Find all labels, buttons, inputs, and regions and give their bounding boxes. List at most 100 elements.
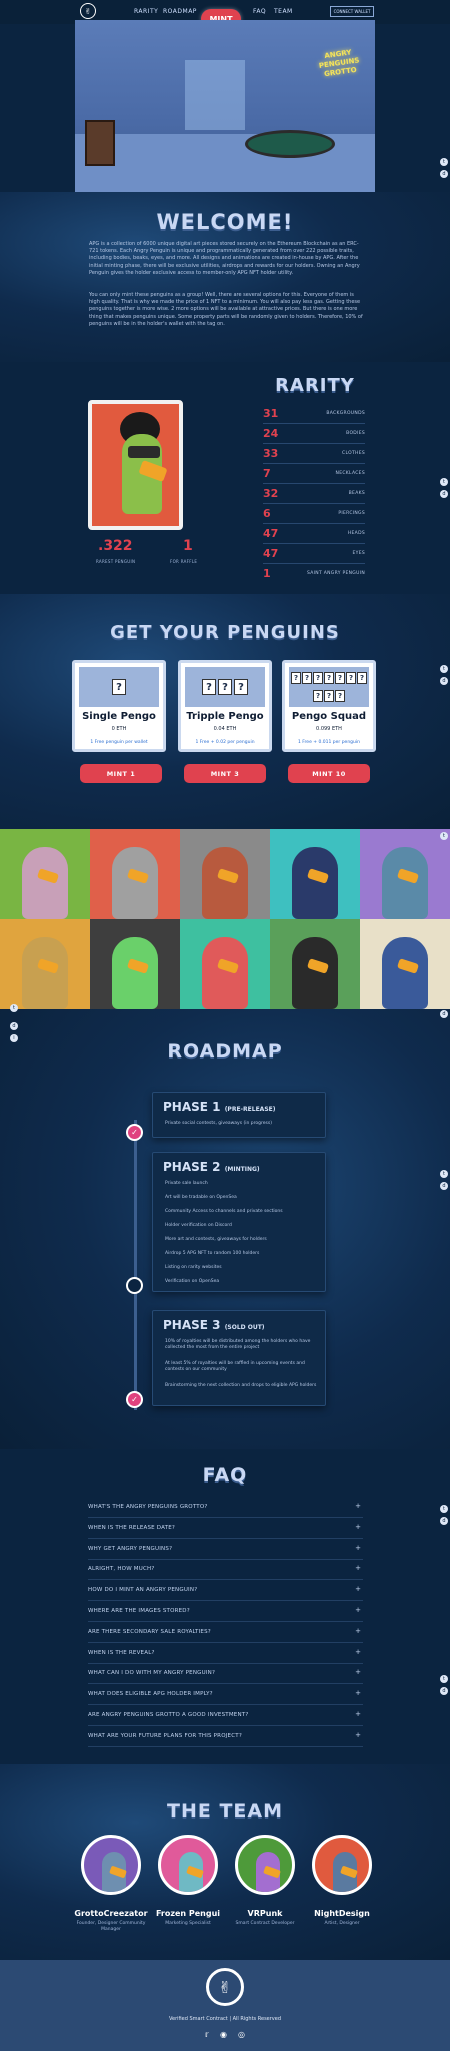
side-discord-icon[interactable]: d — [440, 1010, 448, 1018]
side-discord-icon[interactable]: d — [440, 1517, 448, 1525]
phase-item: Airdrop 5 APG NFT to random 100 holders — [165, 1251, 260, 1256]
phase-2-card: PHASE 2 (MINTING) Private sale launch Ar… — [152, 1152, 326, 1292]
rarity-row: 33 CLOTHES — [263, 444, 365, 464]
rarity-label: EYES — [352, 551, 365, 556]
phase-item: At least 5% of royalties will be raffled… — [165, 1361, 305, 1372]
question-icon: ? — [234, 679, 248, 695]
connect-wallet-button[interactable]: CONNECT WALLET — [330, 6, 374, 17]
side-twitter-icon[interactable]: t — [440, 832, 448, 840]
member-role: Marketing Specialist — [165, 1921, 211, 1926]
rarity-label: BEAKS — [348, 491, 365, 496]
rarity-label: BODIES — [346, 431, 365, 436]
member-role: Artist, Designer — [324, 1921, 360, 1926]
side-twitter-icon[interactable]: t — [440, 1505, 448, 1513]
team-title: THE TEAM — [166, 1800, 283, 1822]
faq-item[interactable]: WHEN IS THE REVEAL? + — [88, 1643, 363, 1664]
side-discord-icon[interactable]: d — [440, 490, 448, 498]
rarity-count: 47 — [263, 547, 279, 560]
side-twitter-icon[interactable]: t — [440, 1675, 448, 1683]
welcome-paragraph-2: You can only mint these penguins as a gr… — [89, 292, 363, 327]
mint-10-button[interactable]: MINT 10 — [288, 764, 370, 783]
rarity-count: 6 — [263, 507, 271, 520]
rarity-row: 24 BODIES — [263, 424, 365, 444]
welcome-paragraph-1: APG is a collection of 6000 unique digit… — [89, 241, 360, 276]
question-icon: ? — [313, 671, 323, 684]
question-icon: ? — [202, 679, 216, 695]
phase-item: Brainstorming the next collection and dr… — [165, 1383, 317, 1388]
penguin-figure — [22, 847, 68, 919]
faq-question: WHAT ARE YOUR FUTURE PLANS FOR THIS PROJ… — [88, 1732, 242, 1739]
plus-icon[interactable]: + — [355, 1606, 361, 1614]
discord-icon[interactable]: ◉ — [220, 2030, 227, 2039]
question-icon: ? — [346, 671, 356, 684]
plus-icon[interactable]: + — [355, 1564, 361, 1572]
plus-icon[interactable]: + — [355, 1689, 361, 1697]
left-twitter-icon[interactable]: t — [10, 1004, 18, 1012]
instagram-icon[interactable]: ◎ — [238, 2030, 245, 2039]
plus-icon[interactable]: + — [355, 1710, 361, 1718]
left-instagram-icon[interactable]: i — [10, 1034, 18, 1042]
penguin-tile — [90, 919, 180, 1009]
nav-roadmap[interactable]: ROADMAP — [163, 8, 197, 15]
side-discord-icon[interactable]: d — [440, 1182, 448, 1190]
faq-item[interactable]: WHAT'S THE ANGRY PENGUINS GROTTO? + — [88, 1497, 363, 1518]
rarity-label: SAINT ANGRY PENGUIN — [307, 571, 365, 576]
side-twitter-icon[interactable]: t — [440, 665, 448, 673]
faq-item[interactable]: WHAT ARE YOUR FUTURE PLANS FOR THIS PROJ… — [88, 1726, 363, 1747]
check-icon: ✓ — [126, 1391, 143, 1408]
logo[interactable]: ✌ — [80, 3, 96, 19]
faq-question: WHERE ARE THE IMAGES STORED? — [88, 1608, 190, 1614]
plus-icon[interactable]: + — [355, 1502, 361, 1510]
faq-item[interactable]: WHAT CAN I DO WITH MY ANGRY PENGUIN? + — [88, 1663, 363, 1685]
left-discord-icon[interactable]: d — [10, 1022, 18, 1030]
faq-item[interactable]: HOW DO I MINT AN ANGRY PENGUIN? + — [88, 1580, 363, 1602]
plus-icon[interactable]: + — [355, 1523, 361, 1531]
mint-1-button[interactable]: MINT 1 — [80, 764, 162, 783]
member-role: Smart Contract Developer — [235, 1921, 295, 1926]
avatar — [312, 1835, 372, 1895]
nav-team[interactable]: TEAM — [274, 8, 293, 15]
faq-item[interactable]: ARE THERE SECONDARY SALE ROYALTIES? + — [88, 1622, 363, 1643]
question-icon: ? — [218, 679, 232, 695]
faq-item[interactable]: WHY GET ANGRY PENGUINS? + — [88, 1539, 363, 1560]
side-discord-icon[interactable]: d — [440, 1687, 448, 1695]
phase-item: Verification on OpenSea — [165, 1279, 220, 1284]
rarity-count: 32 — [263, 487, 279, 500]
mint-3-button[interactable]: MINT 3 — [184, 764, 266, 783]
side-twitter-icon[interactable]: t — [440, 158, 448, 166]
faq-item[interactable]: ALRIGHT, HOW MUCH? + — [88, 1559, 363, 1581]
phase-1-card: PHASE 1 (PRE-RELEASE) Private social con… — [152, 1092, 326, 1138]
side-twitter-icon[interactable]: t — [440, 1170, 448, 1178]
footer-logo[interactable]: ✌ — [206, 1968, 244, 2006]
raffle-stat-label: FOR RAFFLE — [170, 559, 198, 564]
penguin-figure — [112, 937, 158, 1009]
mint-card-single: ? Single Pengo 0 ETH 1 Free penguin per … — [72, 660, 166, 752]
faq-item[interactable]: WHERE ARE THE IMAGES STORED? + — [88, 1601, 363, 1622]
rarity-count: 1 — [263, 567, 271, 580]
faq-item[interactable]: ARE ANGRY PENGUINS GROTTO A GOOD INVESTM… — [88, 1705, 363, 1726]
side-discord-icon[interactable]: d — [440, 170, 448, 178]
plus-icon[interactable]: + — [355, 1731, 361, 1739]
hero-table — [245, 130, 335, 158]
rarity-label: CLOTHES — [342, 451, 365, 456]
side-discord-icon[interactable]: d — [440, 677, 448, 685]
card-image: ????? ????? — [289, 667, 369, 707]
plus-icon[interactable]: + — [355, 1627, 361, 1635]
twitter-icon[interactable]: 𝕣 — [205, 2030, 209, 2039]
plus-icon[interactable]: + — [355, 1648, 361, 1656]
faq-item[interactable]: WHEN IS THE RELEASE DATE? + — [88, 1518, 363, 1539]
plus-icon[interactable]: + — [355, 1668, 361, 1676]
avatar — [235, 1835, 295, 1895]
mint-title: GET YOUR PENGUINS — [110, 622, 340, 643]
card-image: ??? — [185, 667, 265, 707]
plus-icon[interactable]: + — [355, 1544, 361, 1552]
hero-door — [185, 60, 245, 130]
nav-faq[interactable]: FAQ — [253, 8, 266, 15]
nav-rarity[interactable]: RARITY — [134, 8, 158, 15]
rarity-section — [0, 362, 450, 594]
faq-item[interactable]: WHAT DOES ELIGIBLE APG HOLDER IMPLY? + — [88, 1684, 363, 1706]
side-twitter-icon[interactable]: t — [440, 478, 448, 486]
penguin-tile — [0, 829, 90, 919]
rarity-count: 7 — [263, 467, 271, 480]
plus-icon[interactable]: + — [355, 1585, 361, 1593]
